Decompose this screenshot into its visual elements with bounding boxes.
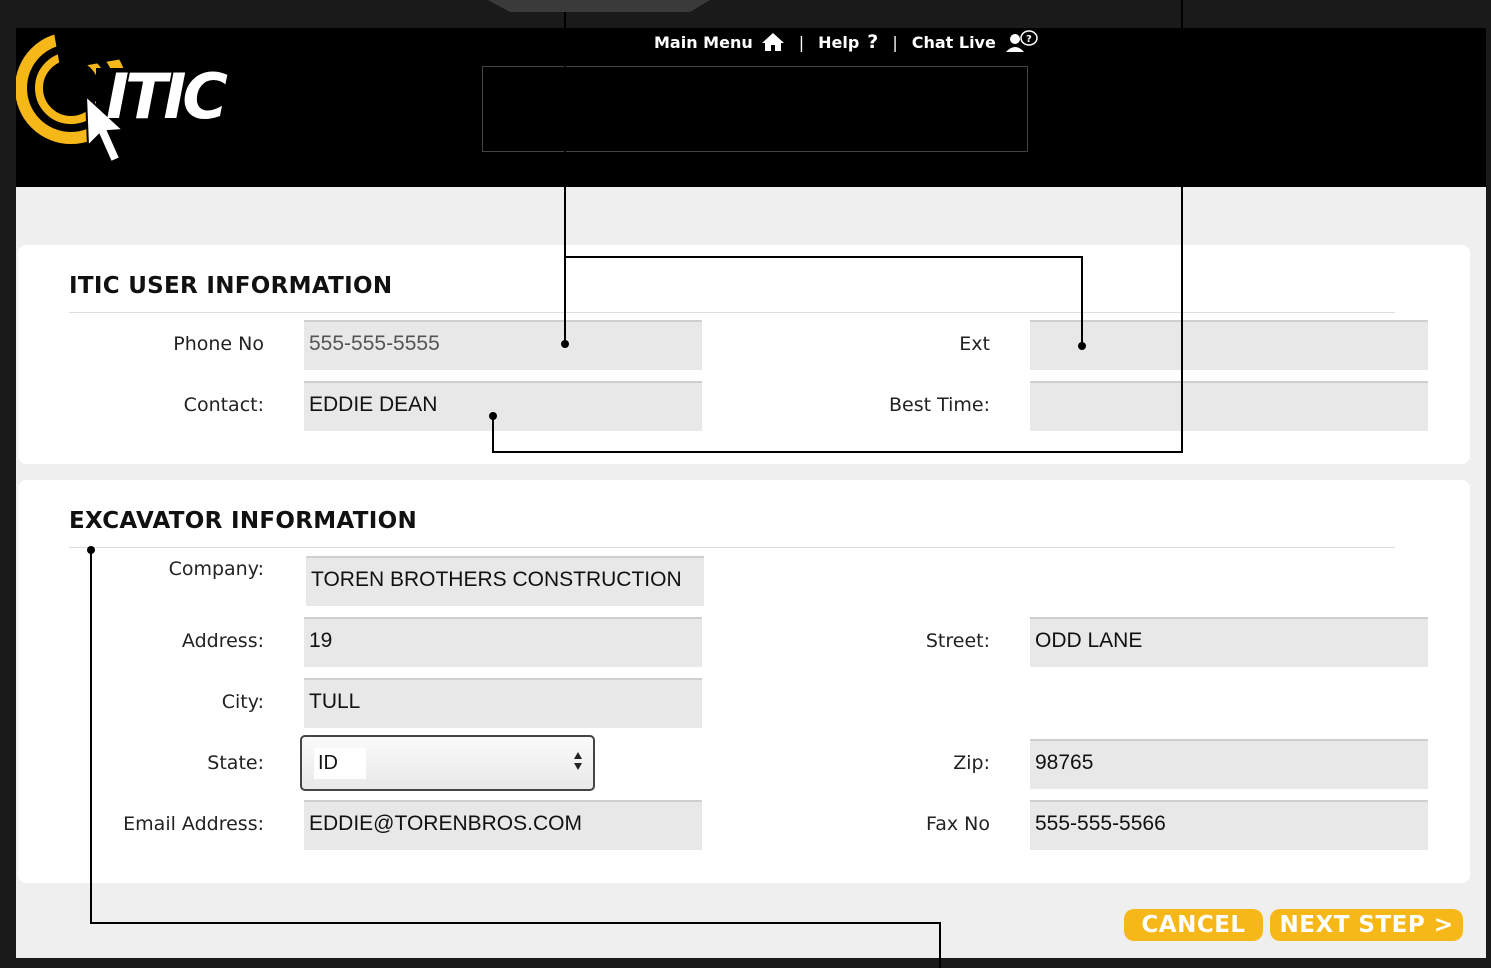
nav-help-label: Help (818, 32, 860, 52)
email-input[interactable] (304, 800, 702, 850)
next-step-button[interactable]: NEXT STEP > (1270, 909, 1463, 941)
zip-input[interactable] (1030, 739, 1428, 789)
excavator-info-title: EXCAVATOR INFORMATION (69, 508, 417, 534)
city-input[interactable] (304, 678, 702, 728)
callout-tab-shape (488, 0, 710, 12)
excavator-info-panel: EXCAVATOR INFORMATION Company: Address: … (18, 480, 1470, 883)
street-input[interactable] (1030, 617, 1428, 667)
select-arrows-icon (574, 752, 582, 770)
zip-label: Zip: (953, 752, 990, 774)
top-navigation: Main Menu | Help ? | Chat Live ? (654, 30, 1038, 54)
phone-label: Phone No (173, 333, 264, 355)
chat-agent-icon: ? (1005, 30, 1038, 52)
address-input[interactable] (304, 617, 702, 667)
ext-label: Ext (959, 333, 990, 355)
phone-input[interactable] (304, 320, 702, 370)
street-label: Street: (925, 630, 990, 652)
nav-main-menu-label: Main Menu (654, 32, 753, 52)
contact-input[interactable] (304, 381, 702, 431)
nav-help[interactable]: Help ? (818, 31, 878, 53)
user-info-panel: ITIC USER INFORMATION Phone No Ext Conta… (18, 245, 1470, 464)
logo-text: ITIC (106, 60, 228, 133)
app-frame: ITIC Main Menu | Help ? | Chat Live ? IT… (16, 28, 1486, 958)
company-label: Company: (168, 558, 264, 580)
state-label: State: (207, 752, 264, 774)
cancel-button[interactable]: CANCEL (1124, 909, 1263, 941)
state-select-value: ID (314, 747, 366, 779)
state-select[interactable]: ID (300, 735, 595, 791)
header-bar: ITIC Main Menu | Help ? | Chat Live ? (16, 28, 1486, 187)
address-label: Address: (181, 630, 264, 652)
user-info-title: ITIC USER INFORMATION (69, 273, 393, 299)
header-banner-box (482, 66, 1028, 152)
section-divider (69, 312, 1395, 313)
fax-input[interactable] (1030, 800, 1428, 850)
nav-main-menu[interactable]: Main Menu (654, 32, 785, 52)
home-icon (761, 33, 784, 51)
nav-chat-live[interactable]: Chat Live ? (912, 30, 1038, 54)
nav-separator: | (798, 32, 805, 52)
fax-label: Fax No (926, 813, 990, 835)
email-label: Email Address: (123, 813, 264, 835)
contact-label: Contact: (183, 394, 264, 416)
question-icon: ? (867, 31, 879, 53)
best-time-input[interactable] (1030, 381, 1428, 431)
svg-text:?: ? (1026, 34, 1032, 45)
ext-input[interactable] (1030, 320, 1428, 370)
section-divider (69, 547, 1395, 548)
city-label: City: (221, 691, 264, 713)
nav-chat-live-label: Chat Live (911, 32, 996, 52)
best-time-label: Best Time: (888, 394, 990, 416)
company-input[interactable] (306, 556, 704, 606)
nav-separator: | (892, 32, 898, 52)
